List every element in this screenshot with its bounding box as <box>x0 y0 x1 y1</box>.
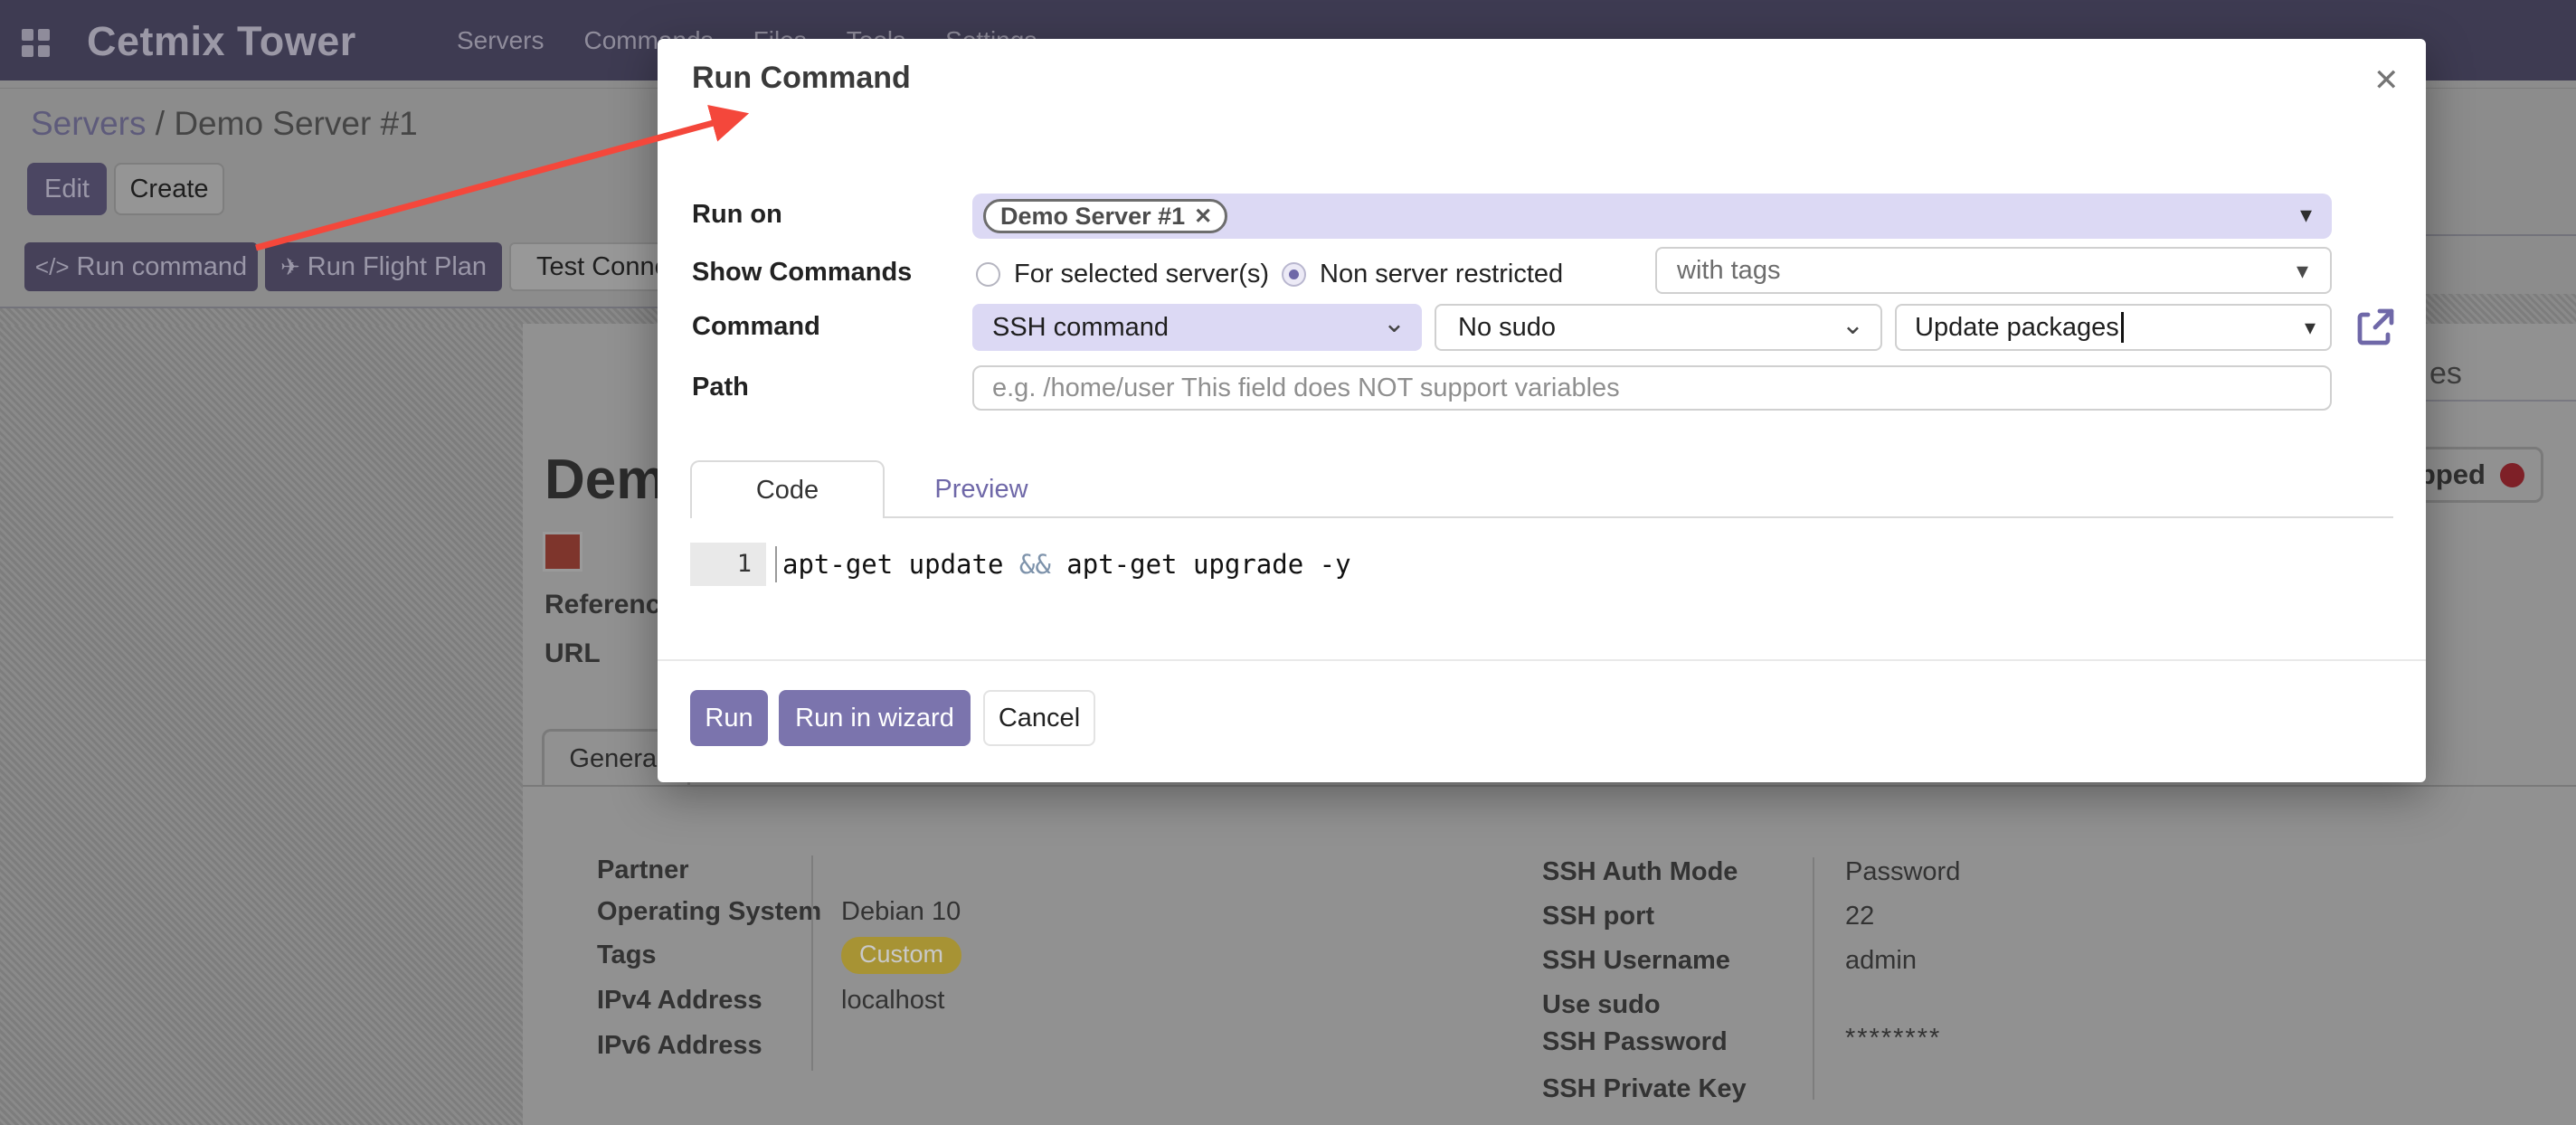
server-chip[interactable]: Demo Server #1 ✕ <box>983 199 1227 233</box>
sudo-select[interactable]: No sudo ⌄ <box>1435 304 1882 351</box>
modal-footer-divider <box>658 659 2426 661</box>
code-cursor <box>775 546 777 582</box>
field-value: Password <box>1845 857 1960 887</box>
tab-preview[interactable]: Preview <box>914 460 1049 518</box>
field-value: admin <box>1845 946 1917 976</box>
chip-remove-icon[interactable]: ✕ <box>1194 203 1212 230</box>
field-value-link[interactable]: Debian 10 <box>841 897 961 927</box>
create-button[interactable]: Create <box>114 163 224 215</box>
edit-button[interactable]: Edit <box>27 163 107 215</box>
field-value: 22 <box>1845 902 1874 931</box>
run-button[interactable]: Run <box>690 690 768 746</box>
field-value: ******** <box>1845 1024 1941 1054</box>
divider-right <box>2426 400 2576 402</box>
field-label: Operating System <box>597 897 821 926</box>
tag-badge: Custom <box>841 937 961 974</box>
field-label: SSH Password <box>1542 1027 1728 1056</box>
field-value: localhost <box>841 986 944 1016</box>
tab-code[interactable]: Code <box>690 460 885 518</box>
breadcrumb-separator: / <box>146 105 174 142</box>
server-chip-label: Demo Server #1 <box>1000 203 1185 231</box>
url-label: URL <box>545 638 601 669</box>
modal-title: Run Command <box>692 61 911 96</box>
status-dot-icon <box>2500 463 2524 487</box>
reference-label: Reference <box>545 590 676 620</box>
path-label: Path <box>692 373 749 402</box>
code-tag-icon: </> <box>35 253 70 281</box>
caret-down-icon: ▾ <box>2297 257 2308 285</box>
plane-icon: ✈ <box>280 253 300 281</box>
sheet-left-margin <box>0 326 523 1125</box>
field-label: SSH Private Key <box>1542 1074 1747 1103</box>
radio-label-for-selected-servers[interactable]: For selected server(s) <box>1014 260 1269 289</box>
chevron-down-icon: ⌄ <box>1842 309 1864 341</box>
control-panel-bottom-border-right <box>2426 234 2576 236</box>
notebook-divider <box>523 785 2576 787</box>
cancel-button[interactable]: Cancel <box>983 690 1095 746</box>
breadcrumb-servers-link[interactable]: Servers <box>31 105 146 142</box>
field-separator-right <box>1813 857 1814 1100</box>
run-flight-plan-button[interactable]: ✈ Run Flight Plan <box>265 242 502 291</box>
app-brand[interactable]: Cetmix Tower <box>87 18 356 65</box>
run-command-modal: Run Command ✕ Run on Demo Server #1 ✕ ▾ … <box>658 39 2426 782</box>
external-link-icon[interactable] <box>2353 306 2397 349</box>
code-editor-line[interactable]: apt-get update && apt-get upgrade -y <box>782 543 1351 586</box>
clipped-text-fragment: es <box>2429 356 2462 392</box>
field-label: SSH Username <box>1542 946 1730 975</box>
code-line-number: 1 <box>690 543 766 586</box>
field-label: SSH Auth Mode <box>1542 857 1738 886</box>
apps-grid-icon[interactable] <box>22 29 51 58</box>
color-swatch[interactable] <box>543 532 582 572</box>
radio-for-selected-servers[interactable] <box>976 262 1000 287</box>
screen: Cetmix Tower Servers Commands Files Tool… <box>0 0 2576 1125</box>
run-on-field[interactable]: Demo Server #1 ✕ ▾ <box>972 194 2332 239</box>
field-label: IPv6 Address <box>597 1031 762 1060</box>
breadcrumb: Servers / Demo Server #1 <box>31 105 418 143</box>
radio-non-server-restricted[interactable] <box>1282 262 1306 287</box>
close-icon[interactable]: ✕ <box>2373 62 2400 99</box>
show-commands-label: Show Commands <box>692 258 912 288</box>
radio-label-non-server-restricted[interactable]: Non server restricted <box>1320 260 1563 289</box>
command-combobox[interactable]: Update packages ▾ <box>1895 304 2332 351</box>
run-on-label: Run on <box>692 200 782 230</box>
field-label: Tags <box>597 941 657 969</box>
command-label: Command <box>692 312 820 342</box>
text-cursor <box>2121 312 2124 343</box>
field-label: IPv4 Address <box>597 986 762 1015</box>
command-type-select[interactable]: SSH command ⌄ <box>972 304 1422 351</box>
caret-down-icon: ▾ <box>2305 315 2316 341</box>
field-label: Partner <box>597 856 689 884</box>
chevron-down-icon: ⌄ <box>1383 307 1406 339</box>
run-in-wizard-button[interactable]: Run in wizard <box>779 690 971 746</box>
tags-filter-select[interactable]: with tags ▾ <box>1655 247 2332 294</box>
field-separator-left <box>811 856 813 1071</box>
tab-baseline <box>690 516 2393 518</box>
caret-down-icon[interactable]: ▾ <box>2300 201 2312 229</box>
breadcrumb-current: Demo Server #1 <box>174 105 417 142</box>
run-command-button[interactable]: </> Run command <box>24 242 258 291</box>
field-group-left: Partner Operating System Debian 10 Tags … <box>597 850 1411 1085</box>
hatched-band-right <box>2426 294 2576 326</box>
path-input[interactable] <box>972 365 2332 411</box>
field-group-right: SSH Auth Mode Password SSH port 22 SSH U… <box>1542 850 2356 1121</box>
nav-item-servers[interactable]: Servers <box>457 26 544 55</box>
field-label: SSH port <box>1542 902 1654 931</box>
field-label: Use sudo <box>1542 990 1661 1019</box>
